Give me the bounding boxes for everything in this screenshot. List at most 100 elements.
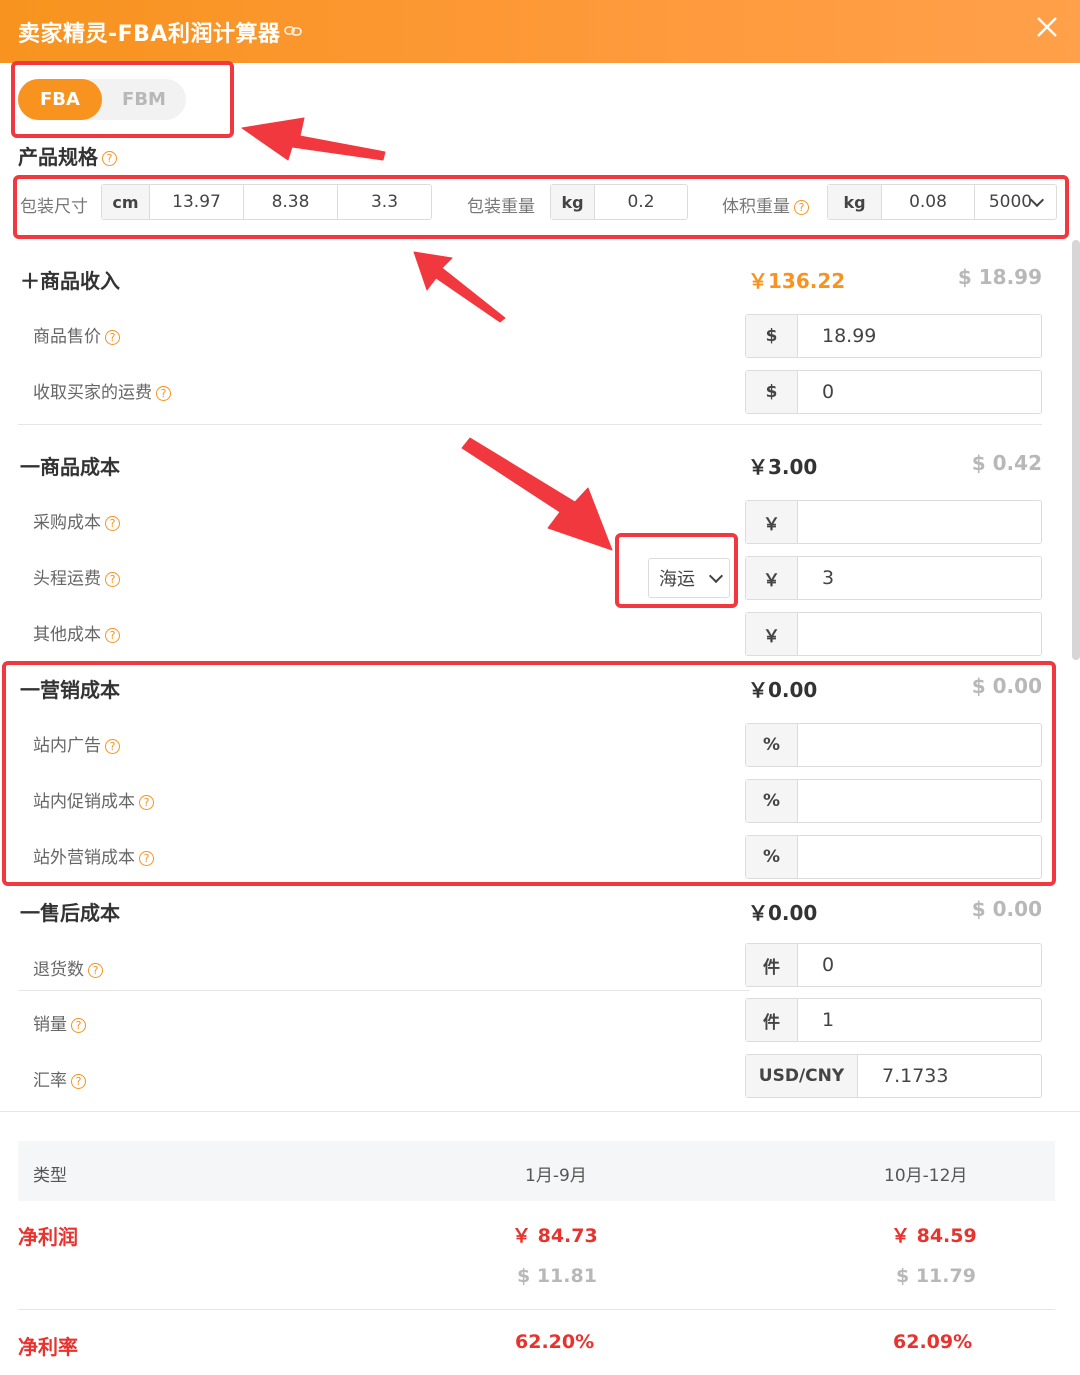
returns-field[interactable]: 件 0 (745, 943, 1042, 987)
help-icon[interactable]: ? (794, 199, 809, 215)
returns-input[interactable]: 0 (798, 944, 1041, 986)
other-cost-field[interactable]: ￥ (745, 612, 1042, 656)
col-jan-sep-header: 1月-9月 (525, 1166, 587, 1186)
currency-prefix: $ (746, 315, 798, 357)
divisor-select[interactable]: 5000 (975, 185, 1056, 219)
offsite-marketing-input[interactable] (798, 836, 1041, 878)
fbm-tab[interactable]: FBM (102, 79, 186, 120)
returns-label: 退货数? (33, 955, 103, 980)
annotation-arrow (413, 251, 506, 323)
close-icon[interactable] (1036, 14, 1058, 44)
pkg-weight-label: 包装重量 (467, 197, 535, 217)
help-icon[interactable]: ? (105, 627, 120, 643)
marketing-usd-total: $ 0.00 (971, 674, 1042, 698)
net-profit-usd-oct-dec: $ 11.79 (896, 1265, 976, 1287)
pkg-size-group: cm 13.97 8.38 3.3 (101, 184, 432, 220)
exchange-rate-field[interactable]: USD/CNY 7.1733 (745, 1054, 1042, 1098)
height-input[interactable]: 3.3 (338, 185, 431, 219)
cost-section-title[interactable]: 一商品成本 (20, 451, 120, 480)
weight-unit: kg (551, 185, 595, 219)
onsite-promo-text: 站内促销成本 (33, 792, 135, 812)
help-icon[interactable]: ? (105, 571, 120, 587)
pkg-weight-group: kg 0.2 (550, 184, 688, 220)
onsite-promo-input[interactable] (798, 780, 1041, 822)
after-sales-section-title[interactable]: 一售后成本 (20, 897, 120, 926)
onsite-ads-label: 站内广告? (33, 731, 120, 756)
percent-prefix: % (746, 724, 798, 766)
help-icon[interactable]: ? (156, 385, 171, 401)
fba-tab[interactable]: FBA (18, 79, 102, 120)
purchase-cost-text: 采购成本 (33, 513, 101, 533)
price-field[interactable]: $ 18.99 (745, 314, 1042, 358)
net-profit-rmb-jan-sep: ￥ 84.73 (512, 1225, 598, 1247)
freight-mode-select[interactable]: 海运 (648, 558, 730, 598)
freight-input[interactable]: 3 (798, 557, 1041, 599)
other-cost-label: 其他成本? (33, 620, 120, 645)
help-icon[interactable]: ? (88, 962, 103, 978)
scrollbar[interactable] (1072, 240, 1080, 660)
freight-label: 头程运费? (33, 564, 120, 589)
vol-unit: kg (828, 185, 882, 219)
help-icon[interactable]: ? (71, 1017, 86, 1033)
onsite-promo-field[interactable]: % (745, 779, 1042, 823)
income-usd-total: $ 18.99 (957, 265, 1042, 289)
sales-field[interactable]: 件 1 (745, 998, 1042, 1042)
help-icon[interactable]: ? (71, 1073, 86, 1089)
exchange-rate-input[interactable]: 7.1733 (858, 1055, 1041, 1097)
onsite-ads-field[interactable]: % (745, 723, 1042, 767)
width-input[interactable]: 8.38 (244, 185, 338, 219)
purchase-cost-input[interactable] (798, 501, 1041, 543)
size-unit: cm (102, 185, 150, 219)
divider (18, 990, 750, 991)
vol-weight-group: kg 0.08 5000 (827, 184, 1057, 220)
cost-rmb-total: ￥3.00 (748, 455, 818, 479)
buyer-shipping-text: 收取买家的运费 (33, 383, 152, 403)
offsite-marketing-field[interactable]: % (745, 835, 1042, 879)
returns-text: 退货数 (33, 960, 84, 980)
marketing-rmb-total: ￥0.00 (748, 678, 818, 702)
buyer-shipping-field[interactable]: $ 0 (745, 370, 1042, 414)
link-icon[interactable] (284, 22, 303, 41)
income-section-title[interactable]: ＋商品收入 (20, 265, 120, 294)
unit-prefix: 件 (746, 999, 798, 1041)
help-icon[interactable]: ? (105, 329, 120, 345)
help-icon[interactable]: ? (102, 151, 117, 166)
help-icon[interactable]: ? (139, 794, 154, 810)
help-icon[interactable]: ? (105, 738, 120, 754)
price-input[interactable]: 18.99 (798, 315, 1041, 357)
buyer-shipping-input[interactable]: 0 (798, 371, 1041, 413)
help-icon[interactable]: ? (139, 850, 154, 866)
weight-input[interactable]: 0.2 (595, 185, 687, 219)
spec-section-title: 产品规格? (18, 141, 117, 170)
length-input[interactable]: 13.97 (150, 185, 244, 219)
freight-text: 头程运费 (33, 569, 101, 589)
currency-prefix: ￥ (746, 613, 798, 655)
onsite-ads-input[interactable] (798, 724, 1041, 766)
other-cost-input[interactable] (798, 613, 1041, 655)
price-label-text: 商品售价 (33, 327, 101, 347)
sales-label: 销量? (33, 1010, 86, 1035)
chevron-down-icon (708, 568, 724, 583)
sales-input[interactable]: 1 (798, 999, 1041, 1041)
price-label: 商品售价? (33, 322, 120, 347)
after-sales-usd-total: $ 0.00 (971, 897, 1042, 921)
offsite-marketing-label: 站外营销成本? (33, 843, 154, 868)
vol-weight-text: 体积重量 (722, 197, 790, 217)
onsite-ads-text: 站内广告 (33, 736, 101, 756)
spec-title-text: 产品规格 (18, 145, 98, 169)
net-profit-rmb-oct-dec: ￥ 84.59 (891, 1225, 977, 1247)
freight-mode-value: 海运 (659, 569, 695, 590)
purchase-cost-field[interactable]: ￥ (745, 500, 1042, 544)
header-bar: 卖家精灵-FBA利润计算器 (0, 0, 1080, 63)
net-profit-usd-jan-sep: $ 11.81 (517, 1265, 597, 1287)
annotation-arrow (241, 117, 386, 161)
onsite-promo-label: 站内促销成本? (33, 787, 154, 812)
divisor-value: 5000 (988, 192, 1033, 212)
vol-weight-input[interactable]: 0.08 (882, 185, 975, 219)
offsite-marketing-text: 站外营销成本 (33, 848, 135, 868)
divider (18, 424, 1042, 425)
marketing-section-title[interactable]: 一营销成本 (20, 674, 120, 703)
freight-field[interactable]: ￥ 3 (745, 556, 1042, 600)
help-icon[interactable]: ? (105, 515, 120, 531)
vol-weight-label: 体积重量? (722, 192, 809, 217)
